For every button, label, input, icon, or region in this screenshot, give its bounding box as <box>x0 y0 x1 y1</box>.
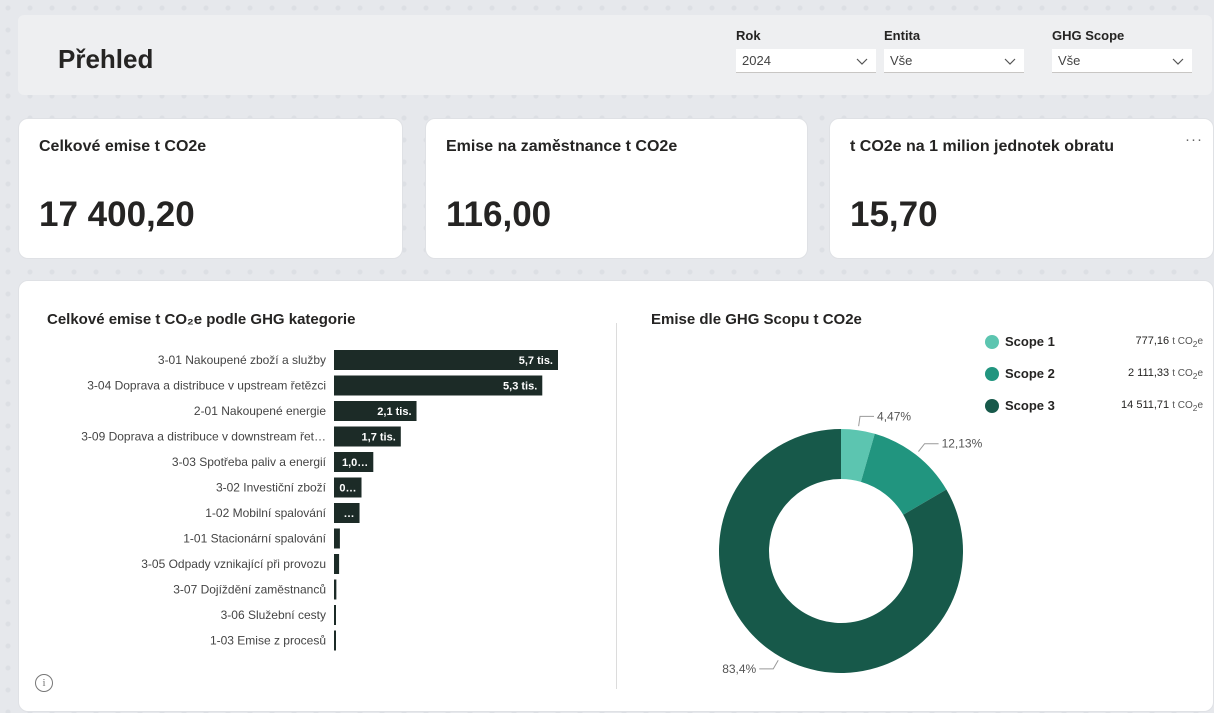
bar-category-label: 3-06 Služební cesty <box>221 608 326 622</box>
bar-value-label: … <box>344 508 355 520</box>
kpi-title: t CO2e na 1 milion jednotek obratu <box>850 138 1115 155</box>
bar-value-label: 2,1 tis. <box>377 406 411 418</box>
header-panel: Přehled Rok 2024 Entita Vše GHG Scope Vš… <box>18 15 1212 95</box>
charts-panel: Celkové emise t CO₂e podle GHG kategorie… <box>18 280 1214 712</box>
donut-chart: 4,47% 12,13% 83,4% <box>718 409 983 676</box>
donut-pct-label: 83,4% <box>722 662 756 676</box>
kpi-title: Emise na zaměstnance t CO2e <box>446 138 678 155</box>
bar-category-label: 2-01 Nakoupené energie <box>194 404 326 418</box>
filter-scope-value: Vše <box>1058 53 1081 68</box>
kpi-title: Celkové emise t CO2e <box>39 138 207 155</box>
bar-chart-title: Celkové emise t CO₂e podle GHG kategorie <box>47 311 356 328</box>
filter-entita-label: Entita <box>884 28 921 43</box>
bar-category-label: 3-03 Spotřeba paliv a energií <box>172 455 327 469</box>
bar[interactable] <box>334 630 336 651</box>
kpi-value: 15,70 <box>850 195 938 234</box>
kpi-card-per-revenue[interactable]: t CO2e na 1 milion jednotek obratu ··· 1… <box>829 118 1214 259</box>
bar-value-label: 5,7 tis. <box>519 355 553 367</box>
bar-category-label: 3-04 Doprava a distribuce v upstream řet… <box>87 379 326 393</box>
bar-category-label: 1-01 Stacionární spalování <box>183 532 326 546</box>
legend-item-scope-1[interactable]: Scope 1 777,16 t CO2e <box>981 333 1214 365</box>
bar[interactable] <box>334 554 340 574</box>
legend-dot <box>985 335 999 349</box>
legend-item-scope-2[interactable]: Scope 2 2 111,33 t CO2e <box>981 365 1214 397</box>
bar-category-label: 3-09 Doprava a distribuce v downstream ř… <box>81 430 326 444</box>
bar-category-label: 1-02 Mobilní spalování <box>205 506 326 520</box>
bar[interactable] <box>334 528 340 549</box>
donut-pct-label: 4,47% <box>877 409 911 423</box>
chevron-down-icon <box>856 58 868 65</box>
bar-category-label: 3-02 Investiční zboží <box>216 481 327 495</box>
info-icon[interactable]: i <box>35 674 53 692</box>
bar-chart: 3-01 Nakoupené zboží a služby 5,7 tis. 3-0… <box>81 350 558 651</box>
legend-label: Scope 1 <box>1005 334 1055 349</box>
chevron-down-icon <box>1004 58 1016 65</box>
legend-value: 2 111,33 t CO2e <box>1127 367 1203 381</box>
bar-category-label: 3-01 Nakoupené zboží a služby <box>158 353 326 367</box>
chevron-down-icon <box>1172 58 1184 65</box>
bar[interactable] <box>334 579 337 600</box>
bar[interactable] <box>334 605 336 625</box>
donut-pct-label: 12,13% <box>942 437 983 451</box>
leader-line <box>858 415 875 427</box>
filter-rok-value: 2024 <box>742 53 771 68</box>
donut-chart-title: Emise dle GHG Scopu t CO2e <box>651 311 862 328</box>
filter-rok: Rok 2024 <box>736 28 876 73</box>
page-title: Přehled <box>58 44 154 74</box>
bar-value-label: 5,3 tis. <box>503 381 537 393</box>
filter-scope: GHG Scope Vše <box>1052 28 1192 73</box>
legend-item-scope-3[interactable]: Scope 3 14 511,71 t CO2e <box>981 397 1214 429</box>
filter-scope-dropdown[interactable]: Vše <box>1052 49 1192 73</box>
divider <box>616 323 617 689</box>
kpi-card-per-employee[interactable]: Emise na zaměstnance t CO2e 116,00 <box>425 118 808 259</box>
leader-line <box>759 660 779 670</box>
bar-category-label: 3-05 Odpady vznikající při provozu <box>141 557 326 571</box>
legend-value: 14 511,71 t CO2e <box>1121 399 1203 413</box>
bar-category-label: 1-03 Emise z procesů <box>210 634 326 648</box>
more-options-icon[interactable]: ··· <box>1185 131 1203 148</box>
legend-label: Scope 2 <box>1005 366 1055 381</box>
filter-entita-dropdown[interactable]: Vše <box>884 49 1024 73</box>
bar-category-label: 3-07 Dojíždění zaměstnanců <box>173 583 326 597</box>
bar-value-label: 0… <box>339 483 356 495</box>
leader-line <box>918 443 939 452</box>
filter-entita: Entita Vše <box>884 28 1024 73</box>
kpi-card-total[interactable]: Celkové emise t CO2e 17 400,20 <box>18 118 403 259</box>
kpi-value: 17 400,20 <box>39 195 195 234</box>
filter-entita-value: Vše <box>890 53 913 68</box>
bar-value-label: 1,0… <box>342 457 368 469</box>
bar-value-label: 1,7 tis. <box>362 432 396 444</box>
filter-rok-dropdown[interactable]: 2024 <box>736 49 876 73</box>
legend-value: 777,16 t CO2e <box>1135 335 1203 349</box>
legend-dot <box>985 367 999 381</box>
legend-dot <box>985 399 999 413</box>
donut-legend: Scope 1 777,16 t CO2e Scope 2 2 111,33 t… <box>981 333 1214 429</box>
filter-rok-label: Rok <box>736 28 761 43</box>
kpi-value: 116,00 <box>446 195 552 234</box>
legend-label: Scope 3 <box>1005 398 1055 413</box>
filter-scope-label: GHG Scope <box>1052 28 1125 43</box>
